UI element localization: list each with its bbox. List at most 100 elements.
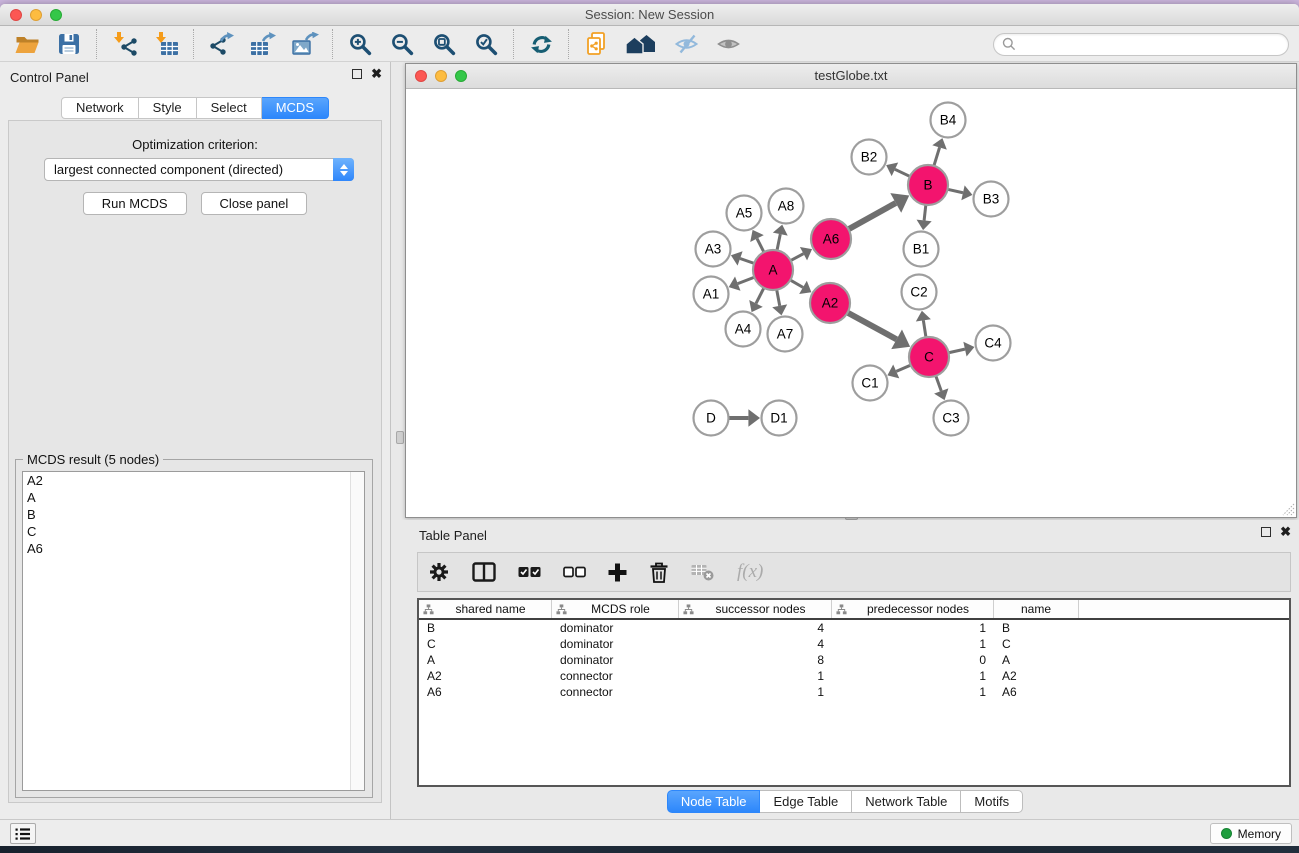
- edge-A-A6[interactable]: [791, 254, 804, 261]
- tab-network-table[interactable]: Network Table: [852, 790, 961, 813]
- cell[interactable]: 1: [832, 637, 994, 651]
- show-all-button[interactable]: [711, 29, 745, 59]
- graph-node-A7[interactable]: A7: [768, 317, 803, 352]
- import-table-button[interactable]: [149, 29, 183, 59]
- export-network-button[interactable]: [204, 29, 238, 59]
- column-header-MCDS-role[interactable]: MCDS role: [552, 600, 679, 618]
- edge-A-A7[interactable]: [777, 290, 780, 306]
- graph-node-C4[interactable]: C4: [976, 326, 1011, 361]
- cell[interactable]: connector: [552, 669, 679, 683]
- minimize-window-button[interactable]: [30, 9, 42, 21]
- cell[interactable]: B: [994, 621, 1079, 635]
- cell[interactable]: C: [994, 637, 1079, 651]
- float-panel-icon[interactable]: [352, 69, 362, 79]
- graph-node-A6[interactable]: A6: [811, 219, 851, 259]
- vertical-split-handle[interactable]: [396, 431, 404, 444]
- export-table-button[interactable]: [246, 29, 280, 59]
- edge-B-B3[interactable]: [948, 189, 963, 192]
- zoom-fit-button[interactable]: [427, 29, 461, 59]
- open-session-button[interactable]: [10, 29, 44, 59]
- cell[interactable]: connector: [552, 685, 679, 699]
- new-network-from-selection-button[interactable]: [579, 29, 613, 59]
- split-columns-button[interactable]: [472, 562, 496, 582]
- zoom-in-button[interactable]: [343, 29, 377, 59]
- table-row-A2[interactable]: A2connector11A2: [419, 668, 1289, 684]
- result-item-a[interactable]: A: [23, 489, 364, 506]
- resize-grip-icon[interactable]: [1281, 502, 1295, 516]
- graph-node-A2[interactable]: A2: [810, 283, 850, 323]
- cell[interactable]: 1: [679, 669, 832, 683]
- edge-A6-B[interactable]: [848, 203, 895, 229]
- tab-network[interactable]: Network: [61, 97, 139, 119]
- column-header-shared-name[interactable]: shared name: [419, 600, 552, 618]
- cell[interactable]: 4: [679, 621, 832, 635]
- cell[interactable]: dominator: [552, 621, 679, 635]
- network-canvas[interactable]: B4B2BB3A5A8A6A3B1AA1C2A2A4A7C4CC1C3DD1: [406, 90, 1296, 517]
- zoom-selected-button[interactable]: [469, 29, 503, 59]
- cell[interactable]: 1: [832, 621, 994, 635]
- graph-node-A3[interactable]: A3: [696, 232, 731, 267]
- graph-node-A4[interactable]: A4: [726, 312, 761, 347]
- edge-A2-C[interactable]: [848, 313, 897, 340]
- graph-node-B[interactable]: B: [908, 165, 948, 205]
- edge-A-A8[interactable]: [777, 234, 780, 250]
- graph-node-B4[interactable]: B4: [931, 103, 966, 138]
- delete-table-button[interactable]: [691, 563, 715, 581]
- cell[interactable]: 0: [832, 653, 994, 667]
- edge-A-A5[interactable]: [757, 239, 764, 253]
- tab-node-table[interactable]: Node Table: [667, 790, 761, 813]
- graph-node-B1[interactable]: B1: [904, 232, 939, 267]
- memory-button[interactable]: Memory: [1210, 823, 1292, 844]
- close-panel-button[interactable]: Close panel: [201, 192, 308, 215]
- graph-node-D[interactable]: D: [694, 401, 729, 436]
- function-builder-button[interactable]: f(x): [737, 561, 763, 583]
- edge-C-C3[interactable]: [936, 376, 941, 391]
- graph-node-B2[interactable]: B2: [852, 140, 887, 175]
- mcds-result-list[interactable]: A2ABCA6: [22, 471, 365, 791]
- network-minimize-button[interactable]: [435, 70, 447, 82]
- cell[interactable]: 1: [832, 669, 994, 683]
- result-item-b[interactable]: B: [23, 506, 364, 523]
- column-header-name[interactable]: name: [994, 600, 1079, 618]
- cell[interactable]: 8: [679, 653, 832, 667]
- network-close-button[interactable]: [415, 70, 427, 82]
- criterion-dropdown[interactable]: largest connected component (directed): [44, 158, 354, 181]
- float-table-panel-icon[interactable]: [1261, 527, 1271, 537]
- graph-node-C3[interactable]: C3: [934, 401, 969, 436]
- graph-node-B3[interactable]: B3: [974, 182, 1009, 217]
- result-list-scrollbar[interactable]: [350, 472, 364, 790]
- cell[interactable]: A: [419, 653, 552, 667]
- table-row-A6[interactable]: A6connector11A6: [419, 684, 1289, 700]
- edge-A-A3[interactable]: [740, 258, 754, 263]
- cell[interactable]: A6: [419, 685, 552, 699]
- tab-motifs[interactable]: Motifs: [961, 790, 1023, 813]
- table-row-C[interactable]: Cdominator41C: [419, 636, 1289, 652]
- save-session-button[interactable]: [52, 29, 86, 59]
- table-row-A[interactable]: Adominator80A: [419, 652, 1289, 668]
- select-all-columns-button[interactable]: [518, 566, 541, 578]
- edge-C-C2[interactable]: [923, 320, 926, 337]
- import-network-button[interactable]: [107, 29, 141, 59]
- tab-style[interactable]: Style: [139, 97, 197, 119]
- zoom-out-button[interactable]: [385, 29, 419, 59]
- cell[interactable]: 4: [679, 637, 832, 651]
- show-home-panels-button[interactable]: [621, 29, 661, 59]
- node-table[interactable]: shared nameMCDS rolesuccessor nodesprede…: [417, 598, 1291, 787]
- edge-A-A1[interactable]: [738, 277, 755, 283]
- cell[interactable]: A6: [994, 685, 1079, 699]
- search-input[interactable]: [1016, 37, 1280, 51]
- graph-node-A8[interactable]: A8: [769, 189, 804, 224]
- result-item-c[interactable]: C: [23, 523, 364, 540]
- network-maximize-button[interactable]: [455, 70, 467, 82]
- unselect-all-columns-button[interactable]: [563, 566, 586, 578]
- edge-B-B2[interactable]: [895, 169, 910, 176]
- cell[interactable]: A2: [419, 669, 552, 683]
- cell[interactable]: A2: [994, 669, 1079, 683]
- run-mcds-button[interactable]: Run MCDS: [83, 192, 187, 215]
- cell[interactable]: dominator: [552, 637, 679, 651]
- graph-node-C[interactable]: C: [909, 337, 949, 377]
- network-window-titlebar[interactable]: testGlobe.txt: [406, 64, 1296, 89]
- result-item-a2[interactable]: A2: [23, 472, 364, 489]
- add-column-button[interactable]: [608, 563, 627, 582]
- cell[interactable]: dominator: [552, 653, 679, 667]
